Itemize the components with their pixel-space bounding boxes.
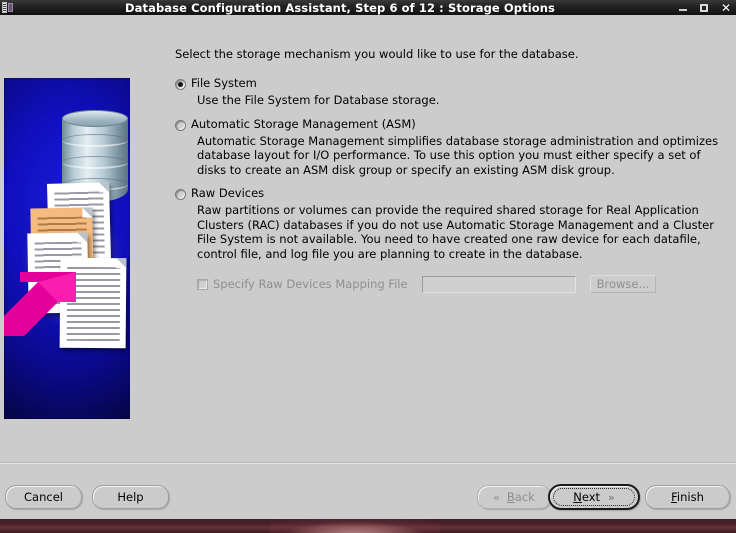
window-menu-icon[interactable] <box>1 1 14 14</box>
title-bar[interactable]: Database Configuration Assistant, Step 6… <box>0 0 736 15</box>
storage-options-content: Select the storage mechanism you would l… <box>175 47 723 303</box>
radio-raw-devices[interactable] <box>175 189 186 200</box>
finish-button-label: Finish <box>671 490 704 504</box>
option-asm[interactable]: Automatic Storage Management (ASM) Autom… <box>175 118 723 178</box>
raw-devices-mapping-row: Specify Raw Devices Mapping File Browse.… <box>197 275 723 293</box>
button-bar: Cancel Help « Back Next » Finish <box>0 480 736 519</box>
back-button[interactable]: « Back <box>477 485 551 509</box>
window-title: Database Configuration Assistant, Step 6… <box>124 0 555 15</box>
cancel-button[interactable]: Cancel <box>5 485 82 509</box>
next-button-label: Next <box>573 490 601 504</box>
option-raw-devices[interactable]: Raw Devices Raw partitions or volumes ca… <box>175 187 723 293</box>
help-button-label: Help <box>117 490 144 504</box>
radio-file-system[interactable] <box>175 79 186 90</box>
back-button-label: Back <box>506 490 535 504</box>
window-controls: ✕ <box>678 0 732 15</box>
intro-text: Select the storage mechanism you would l… <box>175 47 579 61</box>
browse-button[interactable]: Browse... <box>589 275 657 293</box>
option-label-raw-devices: Raw Devices <box>191 186 265 200</box>
pink-arrow-icon <box>4 272 76 336</box>
finish-button[interactable]: Finish <box>645 485 730 509</box>
minimize-icon[interactable] <box>678 3 690 13</box>
option-description-file-system: Use the File System for Database storage… <box>197 93 440 107</box>
option-description-raw-devices: Raw partitions or volumes can provide th… <box>197 203 714 261</box>
chevron-right-icon: » <box>608 490 615 504</box>
side-illustration <box>4 78 130 419</box>
mapping-file-input[interactable] <box>421 275 576 293</box>
button-bar-separator <box>0 462 736 464</box>
next-button[interactable]: Next » <box>548 484 640 510</box>
cancel-button-label: Cancel <box>24 490 63 504</box>
close-icon[interactable]: ✕ <box>720 2 732 14</box>
dialog-body: Select the storage mechanism you would l… <box>0 15 736 477</box>
checkbox-specify-mapping-file[interactable] <box>197 278 208 290</box>
option-description-asm: Automatic Storage Management simplifies … <box>197 133 719 177</box>
maximize-icon[interactable] <box>699 3 711 13</box>
label-specify-mapping-file: Specify Raw Devices Mapping File <box>213 277 408 291</box>
chevron-left-icon: « <box>493 490 500 504</box>
dialog-window: Database Configuration Assistant, Step 6… <box>0 0 736 519</box>
radio-asm[interactable] <box>175 119 186 131</box>
help-button[interactable]: Help <box>92 485 169 509</box>
option-file-system[interactable]: File System Use the File System for Data… <box>175 77 723 108</box>
option-label-asm: Automatic Storage Management (ASM) <box>191 116 416 131</box>
option-label-file-system: File System <box>191 76 257 90</box>
desktop-background-strip <box>0 519 736 533</box>
